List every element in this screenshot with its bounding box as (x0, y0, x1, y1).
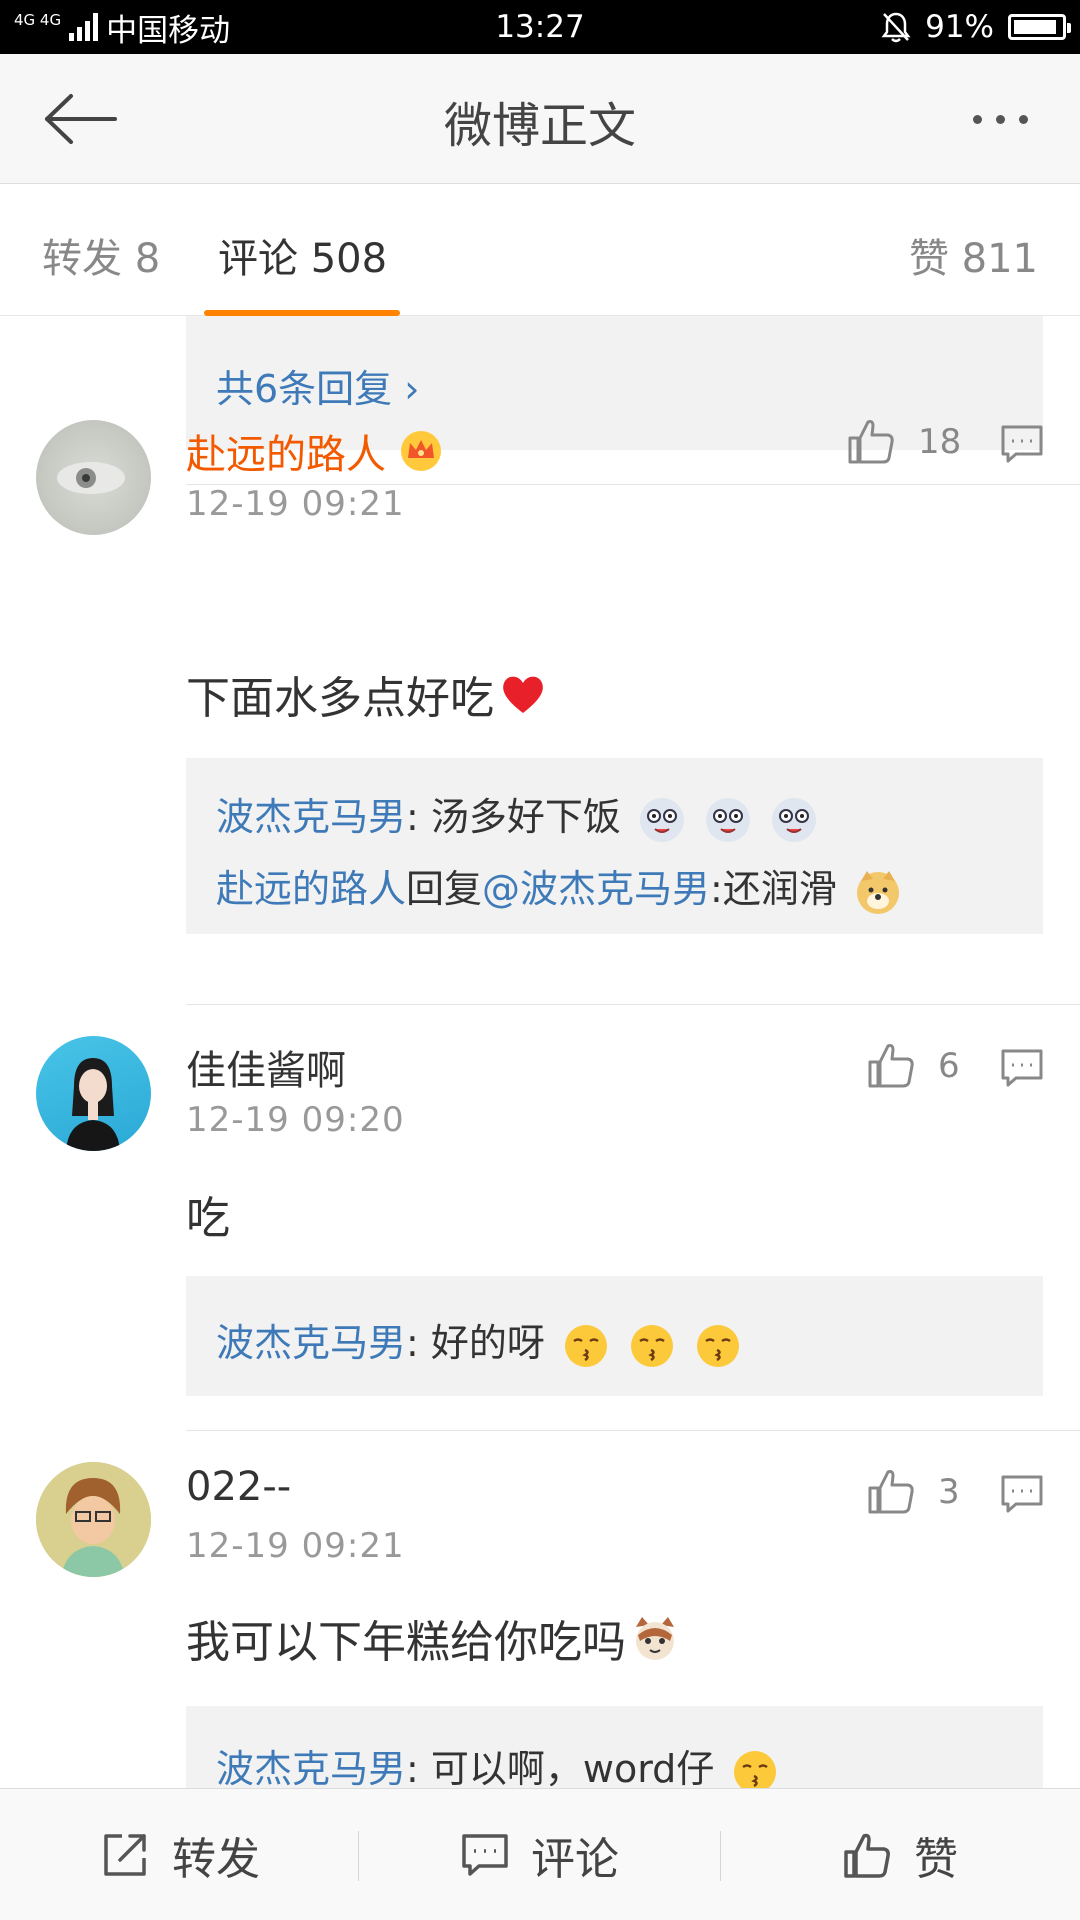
divider (186, 1004, 1080, 1005)
reply-line[interactable]: 波杰克马男: 可以啊，word仔 (216, 1738, 780, 1788)
tab-row: 转发 8 评论 508 赞 811 (0, 184, 1080, 316)
doge-emoji-icon (856, 870, 899, 914)
tab-comments[interactable]: 评论 508 (218, 226, 387, 284)
comment-button[interactable]: 评论 (360, 1789, 720, 1920)
thumbs-up-icon[interactable] (846, 416, 896, 466)
username-label: 佳佳酱啊 (186, 1048, 346, 1094)
heart-emoji-icon (503, 676, 543, 713)
husky-emoji-icon (772, 797, 817, 842)
reply-username[interactable]: 波杰克马男 (216, 795, 406, 839)
cartoon-avatar-icon (36, 1462, 151, 1577)
comment-bubble-icon[interactable] (1000, 1048, 1044, 1088)
reply-text: : 汤多好下饭 (406, 795, 621, 839)
reply-username[interactable]: 赴远的路人 (216, 867, 406, 911)
kiss-face-emoji-icon (734, 1750, 777, 1788)
husky-emoji-icon (706, 797, 751, 842)
battery-percent: 91% (925, 9, 994, 45)
reply-text: : 可以啊，word仔 (406, 1747, 715, 1788)
reply-text: :还润滑 (710, 867, 837, 911)
tab-repost[interactable]: 转发 8 (42, 226, 160, 284)
reply-line[interactable]: 波杰克马男: 好的呀 (216, 1312, 743, 1371)
reply-username[interactable]: 波杰克马男 (216, 1747, 406, 1788)
comment-text: 吃 (186, 1182, 230, 1246)
comment-bubble-icon (462, 1834, 508, 1876)
comment-username[interactable]: 022-- (186, 1464, 291, 1510)
thumbs-up-icon (844, 1833, 890, 1878)
page-title: 微博正文 (443, 98, 636, 154)
avatar[interactable] (36, 1036, 151, 1151)
more-button[interactable] (960, 94, 1040, 144)
reply-username[interactable]: 波杰克马男 (216, 1321, 406, 1365)
status-right: 91% (881, 0, 1071, 54)
mention-link[interactable]: @波杰克马男 (482, 867, 710, 911)
reply-line[interactable]: 波杰克马男: 汤多好下饭 (216, 786, 819, 845)
comment-bubble-icon[interactable] (1000, 1474, 1044, 1514)
comment-time: 12-19 09:20 (186, 1100, 405, 1140)
tab-likes[interactable]: 赞 811 (909, 226, 1038, 284)
crown-badge-icon (401, 431, 441, 471)
avatar[interactable] (36, 420, 151, 535)
like-label: 赞 (914, 1834, 958, 1885)
eye-avatar-icon (57, 462, 125, 494)
battery-icon (1008, 14, 1071, 40)
comment-text-label: 吃 (186, 1193, 230, 1244)
comment-text-label: 我可以下年糕给你吃吗 (186, 1617, 626, 1668)
comment-text-label: 下面水多点好吃 (186, 673, 494, 724)
more-dot (1018, 114, 1028, 124)
comment-text: 我可以下年糕给你吃吗 (186, 1606, 680, 1670)
status-bar: 4G 4G 中国移动 13:27 91% (0, 0, 1080, 54)
divider (186, 1430, 1080, 1431)
cat-emoji-icon (636, 1617, 674, 1660)
reply-text: : 好的呀 (406, 1321, 545, 1365)
kiss-face-emoji-icon (565, 1324, 607, 1367)
like-button[interactable]: 赞 (720, 1789, 1080, 1920)
avatar[interactable] (36, 1462, 151, 1577)
reply-box: 波杰克马男: 好的呀 (186, 1276, 1043, 1396)
reply-line[interactable]: 赴远的路人回复@波杰克马男:还润滑 (216, 858, 903, 917)
divider (358, 1831, 359, 1881)
repost-label: 转发 (172, 1834, 260, 1885)
more-dot (995, 114, 1005, 124)
bottom-action-bar: 转发 评论 赞 (0, 1788, 1080, 1920)
comment-list[interactable]: 共6条回复 › 赴远的路人 12-19 09:21 18 下面水多点好吃 波杰克… (0, 316, 1080, 1788)
share-icon (104, 1834, 146, 1876)
battery-fill (1014, 20, 1056, 34)
kiss-face-emoji-icon (631, 1324, 674, 1367)
like-count: 3 (938, 1472, 960, 1512)
username-label: 022-- (186, 1464, 292, 1510)
comment-label: 评论 (531, 1834, 619, 1885)
comment-username[interactable]: 赴远的路人 (186, 422, 444, 480)
nav-bar: 微博正文 (0, 54, 1080, 184)
comment-text: 下面水多点好吃 (186, 662, 548, 726)
like-count: 18 (918, 422, 962, 462)
reply-connector: 回复 (406, 867, 483, 911)
comment-time: 12-19 09:21 (186, 484, 405, 524)
kiss-face-emoji-icon (697, 1324, 740, 1367)
like-count: 6 (938, 1046, 960, 1086)
repost-button[interactable]: 转发 (0, 1789, 360, 1920)
husky-emoji-icon (640, 797, 684, 842)
username-label: 赴远的路人 (186, 432, 386, 478)
more-dot (972, 114, 982, 124)
reply-box: 波杰克马男: 可以啊，word仔 (186, 1706, 1043, 1788)
reply-box: 波杰克马男: 汤多好下饭 赴远的路人回复@波杰克马男:还润滑 (186, 758, 1043, 934)
thumbs-up-icon[interactable] (866, 1466, 916, 1516)
comment-bubble-icon[interactable] (1000, 424, 1044, 464)
thumbs-up-icon[interactable] (866, 1040, 916, 1090)
comment-time: 12-19 09:21 (186, 1526, 405, 1566)
mute-bell-icon (881, 12, 911, 43)
comment-username[interactable]: 佳佳酱啊 (186, 1038, 346, 1096)
more-replies-link[interactable]: 共6条回复 › (216, 358, 419, 413)
girl-avatar-icon (66, 1058, 120, 1151)
